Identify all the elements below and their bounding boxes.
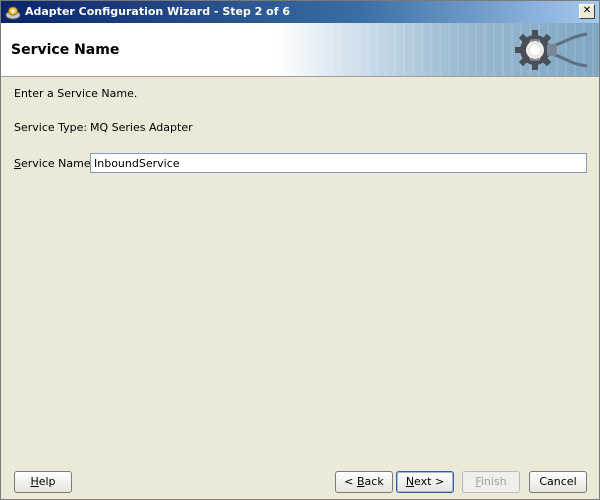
app-icon xyxy=(5,4,21,20)
next-button[interactable]: Next > xyxy=(396,471,454,493)
wizard-window: Adapter Configuration Wizard - Step 2 of… xyxy=(0,0,600,500)
page-title: Service Name xyxy=(11,42,120,58)
instruction-text: Enter a Service Name. xyxy=(14,87,138,100)
close-button[interactable]: ✕ xyxy=(579,4,595,19)
back-mnemonic: B xyxy=(357,475,365,488)
help-label-rest: elp xyxy=(38,475,56,488)
window-title: Adapter Configuration Wizard - Step 2 of… xyxy=(25,5,290,18)
finish-label-rest: inish xyxy=(480,475,507,488)
gear-plug-icon xyxy=(507,26,591,74)
help-mnemonic: H xyxy=(30,475,39,488)
cancel-button[interactable]: Cancel xyxy=(529,471,587,493)
back-button[interactable]: < Back xyxy=(335,471,393,493)
help-button[interactable]: Help xyxy=(14,471,72,493)
service-type-label: Service Type: xyxy=(14,121,88,134)
service-name-label-rest: ervice Name: xyxy=(20,157,95,170)
service-name-label: Service Name: xyxy=(14,157,94,170)
back-label-prefix: < xyxy=(344,475,357,488)
service-type-value: MQ Series Adapter xyxy=(90,121,193,134)
next-mnemonic: N xyxy=(405,475,415,488)
close-icon: ✕ xyxy=(582,5,592,16)
next-label-rest: ext > xyxy=(414,475,445,488)
mnemonic-s: S xyxy=(14,157,21,170)
finish-button[interactable]: Finish xyxy=(462,471,520,493)
title-bar[interactable]: Adapter Configuration Wizard - Step 2 of… xyxy=(1,1,599,23)
service-name-input[interactable] xyxy=(90,153,587,173)
back-label-rest: ack xyxy=(364,475,384,488)
wizard-header: Service Name xyxy=(1,23,599,77)
